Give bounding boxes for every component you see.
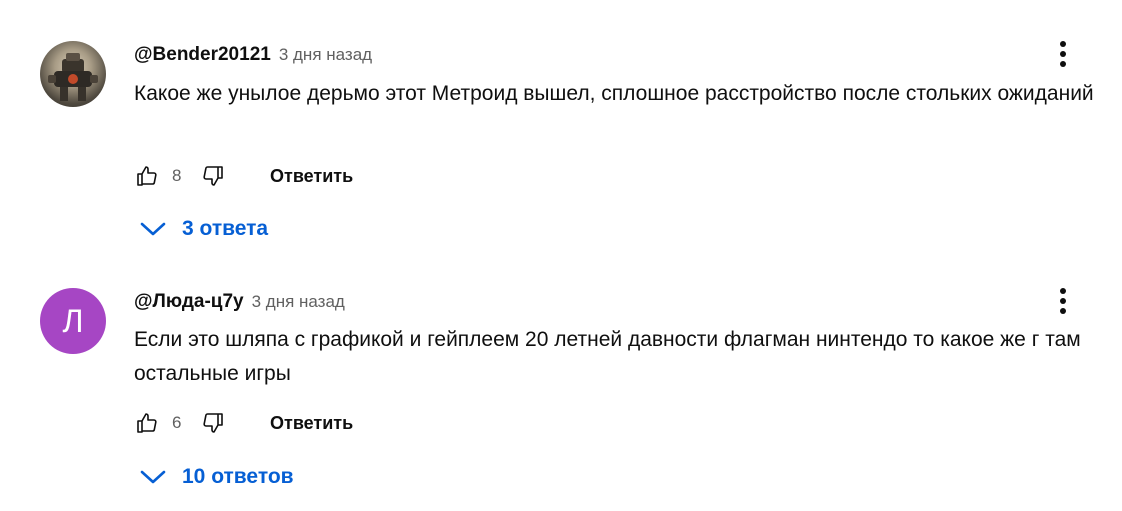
reply-button[interactable]: Ответить	[270, 413, 353, 434]
like-count: 6	[172, 413, 182, 432]
comment-header: @Bender20121 3 дня назад	[134, 44, 372, 66]
thumb-up-icon	[137, 413, 157, 433]
comment-actions: 8 Ответить	[134, 161, 353, 191]
like-button[interactable]	[134, 163, 160, 189]
avatar-letter: Л	[62, 302, 84, 339]
replies-count-label: 10 ответов	[182, 465, 294, 488]
chevron-down-icon	[140, 464, 166, 490]
avatar[interactable]	[40, 41, 106, 107]
comment-menu-button[interactable]	[1052, 285, 1074, 317]
comment-time[interactable]: 3 дня назад	[279, 45, 372, 65]
dislike-button[interactable]	[200, 410, 226, 436]
chevron-down-icon	[140, 216, 166, 242]
comment-text: Какое же унылое дерьмо этот Метроид выше…	[134, 82, 1094, 105]
comment-text: Если это шляпа с графикой и гейплеем 20 …	[134, 328, 1081, 385]
comment-actions: 6 Ответить	[134, 408, 353, 438]
more-vert-icon	[1060, 41, 1066, 67]
replies-count-label: 3 ответа	[182, 217, 269, 240]
thumb-down-icon	[203, 166, 223, 186]
comment-time[interactable]: 3 дня назад	[252, 292, 345, 312]
like-button[interactable]	[134, 410, 160, 436]
more-vert-icon	[1060, 288, 1066, 314]
thumb-down-icon	[203, 413, 223, 433]
avatar[interactable]: Л	[40, 288, 106, 354]
dislike-button[interactable]	[200, 163, 226, 189]
replies-toggle[interactable]: 10 ответов	[140, 464, 294, 490]
like-count: 8	[172, 166, 182, 185]
replies-toggle[interactable]: 3 ответа	[140, 216, 268, 242]
comment-author[interactable]: @Люда-ц7у	[134, 291, 244, 313]
comment-header: @Люда-ц7у 3 дня назад	[134, 291, 345, 313]
thumb-up-icon	[137, 166, 157, 186]
comment-author[interactable]: @Bender20121	[134, 44, 271, 66]
reply-button[interactable]: Ответить	[270, 166, 353, 187]
comment-menu-button[interactable]	[1052, 38, 1074, 70]
robot-armor-avatar-icon	[48, 53, 98, 101]
